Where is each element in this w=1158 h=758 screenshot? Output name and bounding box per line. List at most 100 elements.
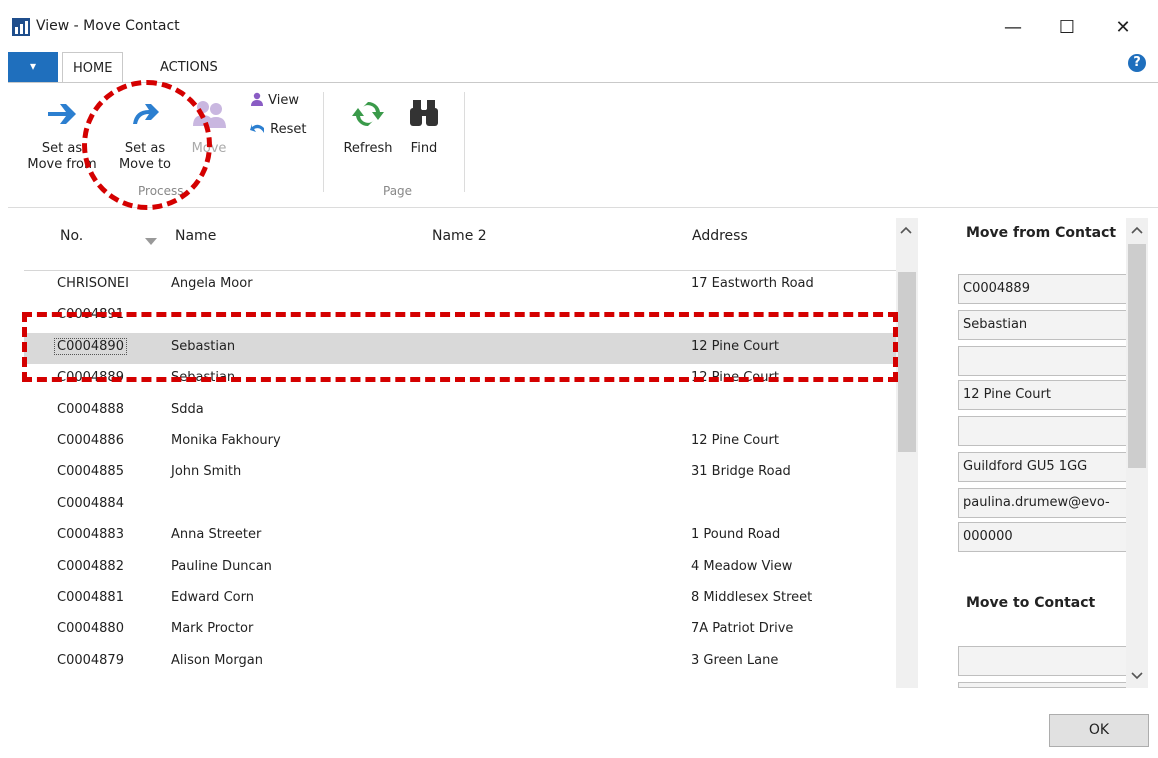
move-to-field[interactable] [958, 682, 1128, 688]
move-to-title: Move to Contact [966, 595, 1096, 611]
close-button[interactable]: ✕ [1100, 14, 1146, 42]
panel-scroll-down-icon[interactable] [1131, 672, 1143, 680]
user-icon [251, 92, 263, 106]
file-menu-button[interactable]: ▾ [8, 52, 58, 82]
table-row[interactable]: C0004883 Anna Streeter 1 Pound Road [24, 521, 896, 552]
move-from-field[interactable]: paulina.drumew@evo- [958, 488, 1128, 518]
move-from-field[interactable] [958, 416, 1128, 446]
reset-label: Reset [270, 122, 307, 137]
row-name-cell: Sebastian [171, 338, 236, 354]
table-row[interactable]: C0004882 Pauline Duncan 4 Meadow View [24, 553, 896, 584]
table-row[interactable]: C0004881 Edward Corn 8 Middlesex Street [24, 584, 896, 615]
table-row[interactable]: CHRISONEI Angela Moor 17 Eastworth Road [24, 270, 896, 301]
scroll-up-icon[interactable] [900, 226, 912, 234]
row-name-cell: Alison Morgan [171, 652, 263, 668]
users-icon [193, 101, 226, 128]
row-address-cell: 17 Eastworth Road [691, 276, 814, 291]
row-address-cell: 12 Pine Court [691, 338, 779, 354]
set-move-to-button[interactable]: Set as Move to [108, 96, 182, 173]
ribbon-separator [323, 92, 324, 192]
move-label: Move [191, 141, 227, 156]
row-address-cell: 31 Bridge Road [691, 464, 791, 480]
field-value: Guildford GU5 1GG [963, 459, 1088, 474]
set-move-from-button[interactable]: Set as Move from [22, 96, 102, 173]
row-name-cell: Monika Fakhoury [171, 433, 281, 448]
field-value: 12 Pine Court [963, 387, 1051, 402]
row-address-cell: 12 Pine Court [691, 433, 779, 448]
row-number-cell: C0004889 [57, 370, 124, 386]
table-row[interactable]: C0004886 Monika Fakhoury 12 Pine Court [24, 427, 896, 458]
field-value: paulina.drumew@evo- [963, 495, 1110, 510]
move-from-field[interactable] [958, 346, 1128, 376]
row-number-cell: C0004883 [57, 527, 124, 543]
reset-button[interactable]: Reset [250, 121, 306, 141]
table-row[interactable]: C0004889 Sebastian 12 Pine Court [24, 364, 896, 395]
row-address-cell: 8 Middlesex Street [691, 590, 813, 605]
field-value: C0004889 [963, 281, 1030, 296]
set-move-to-label: Set as Move to [118, 141, 172, 172]
binoculars-icon [410, 100, 438, 126]
undo-arrow-icon [250, 124, 264, 133]
row-number-cell: C0004890 [54, 337, 127, 355]
row-number-cell: CHRISONEI [57, 276, 129, 291]
arrow-curve-right-icon [133, 104, 159, 124]
move-from-field[interactable]: Guildford GU5 1GG [958, 452, 1128, 482]
column-header-name[interactable]: Name [175, 228, 216, 244]
view-button[interactable]: View [250, 92, 299, 112]
panel-scroll-up-icon[interactable] [1131, 226, 1143, 234]
table-row[interactable]: C0004880 Mark Proctor 7A Patriot Drive [24, 615, 896, 646]
row-name-cell: John Smith [171, 464, 242, 480]
ribbon-separator [464, 92, 465, 192]
row-number-cell: C0004886 [57, 433, 124, 448]
set-move-from-label: Set as Move from [27, 141, 97, 172]
group-label-process: Process [138, 184, 184, 198]
maximize-button[interactable]: ☐ [1044, 14, 1090, 42]
row-name-cell: Sebastian [171, 370, 236, 386]
table-row[interactable]: C0004884 [24, 490, 896, 521]
app-logo-icon [12, 18, 30, 36]
refresh-label: Refresh [343, 141, 393, 156]
refresh-button[interactable]: Refresh [338, 96, 398, 157]
sort-descending-icon [145, 238, 157, 245]
table-row[interactable]: C0004888 Sdda [24, 396, 896, 427]
move-from-field[interactable]: Sebastian [958, 310, 1128, 340]
row-name-cell: Mark Proctor [171, 621, 254, 637]
column-header-no[interactable]: No. [60, 228, 83, 244]
arrow-right-icon [48, 104, 76, 124]
table-row[interactable]: C0004885 John Smith 31 Bridge Road [24, 458, 896, 489]
row-name-cell: Angela Moor [171, 276, 253, 291]
minimize-button[interactable]: — [990, 14, 1036, 42]
column-header-address[interactable]: Address [692, 228, 748, 244]
move-button[interactable]: Move [184, 96, 234, 157]
move-from-title: Move from Contact [966, 225, 1117, 241]
table-row[interactable]: C0004891 [24, 301, 896, 332]
row-address-cell: 1 Pound Road [691, 527, 781, 543]
table-row[interactable]: C0004879 Alison Morgan 3 Green Lane [24, 647, 896, 678]
tab-actions[interactable]: ACTIONS [150, 52, 228, 82]
find-button[interactable]: Find [404, 96, 444, 157]
row-number-cell: C0004891 [57, 307, 124, 323]
row-number-cell: C0004888 [57, 401, 124, 417]
help-icon[interactable]: ? [1128, 54, 1146, 72]
row-number-cell: C0004885 [57, 464, 124, 480]
table-row[interactable]: C0004890 Sebastian 12 Pine Court [24, 332, 896, 364]
row-number-cell: C0004882 [57, 558, 124, 574]
row-number-cell: C0004880 [57, 621, 124, 637]
panel-scrollbar-thumb[interactable] [1128, 244, 1146, 468]
row-number-cell: C0004881 [57, 590, 124, 605]
grid-scrollbar-thumb[interactable] [898, 272, 916, 452]
row-number-cell: C0004884 [57, 495, 124, 511]
field-value: Sebastian [963, 317, 1028, 332]
move-from-field[interactable]: 12 Pine Court [958, 380, 1128, 410]
move-from-field[interactable]: C0004889 [958, 274, 1128, 304]
move-from-field[interactable]: 000000 [958, 522, 1128, 552]
tab-home[interactable]: HOME [62, 52, 124, 84]
row-address-cell: 7A Patriot Drive [691, 621, 794, 637]
row-name-cell: Edward Corn [171, 590, 254, 605]
row-address-cell: 12 Pine Court [691, 370, 779, 386]
ok-button[interactable]: OK [1049, 714, 1149, 747]
refresh-icon [352, 101, 384, 127]
move-to-field[interactable] [958, 646, 1128, 676]
row-name-cell: Anna Streeter [171, 527, 262, 543]
column-header-name2[interactable]: Name 2 [432, 228, 487, 244]
